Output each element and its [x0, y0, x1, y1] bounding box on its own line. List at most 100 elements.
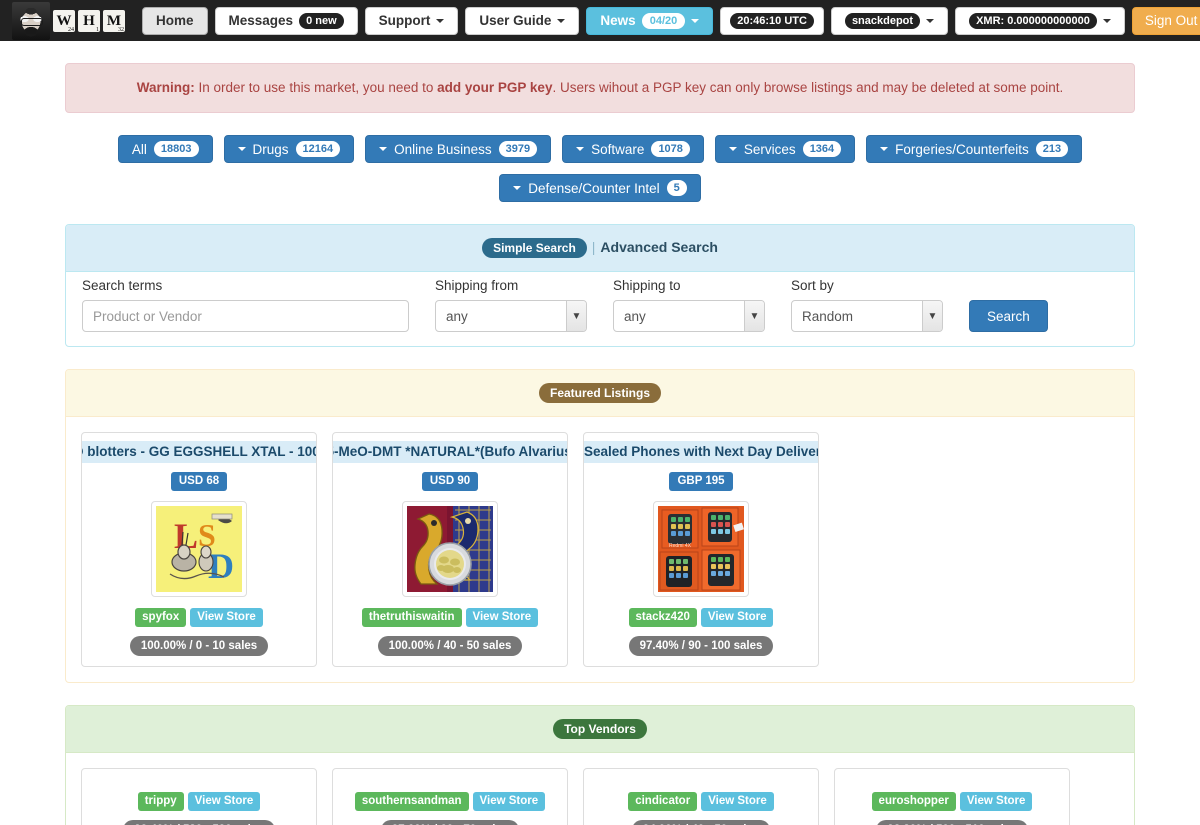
listing-card[interactable]: Brand New Sealed Phones with Next Day De…: [583, 432, 819, 668]
shipping-to-label: Shipping to: [613, 278, 681, 294]
sort-by-group: Sort by Random ▼: [791, 278, 943, 333]
vendor-name-tag[interactable]: spyfox: [135, 608, 187, 628]
pgp-warning-text-2: . Users wihout a PGP key can only browse…: [552, 80, 1064, 95]
sort-by-label: Sort by: [791, 278, 834, 294]
vendor-name-tag[interactable]: stackz420: [628, 608, 697, 628]
shipping-from-group: Shipping from any ▼: [435, 278, 587, 333]
nav-item-messages[interactable]: Messages 0 new: [214, 6, 358, 35]
shipping-to-select[interactable]: any: [613, 300, 765, 333]
top-vendors-title: Top Vendors: [553, 719, 647, 740]
vendor-card-line: euroshopper View Store: [871, 792, 1033, 812]
account-menu[interactable]: snackdepot: [830, 6, 949, 35]
listing-title[interactable]: TOAD VENOM 5-MeO-DMT *NATURAL*(Bufo Alva…: [333, 441, 567, 464]
listing-thumbnail-frame[interactable]: Redmi 4X: [653, 501, 749, 598]
category-buttons: All 18803 Drugs 12164 Online Business 39…: [65, 135, 1135, 164]
search-input[interactable]: [82, 300, 409, 333]
listing-vendor-line: thetruthiswaitin View Store: [361, 608, 539, 628]
category-count-defense: 5: [666, 180, 687, 197]
featured-listings-body: 5x 1P-LSD blotters - GG EGGSHELL XTAL - …: [66, 417, 1134, 682]
sort-by-wrap: Random ▼: [791, 300, 943, 333]
chevron-down-icon: [926, 18, 935, 23]
category-button-forgeries-counterfeits[interactable]: Forgeries/Counterfeits 213: [866, 135, 1083, 164]
search-button[interactable]: Search: [969, 300, 1048, 333]
nav-item-user-guide[interactable]: User Guide: [465, 6, 580, 35]
logo-tile-w-sub: 24: [68, 26, 74, 33]
listing-thumbnail-frame[interactable]: L S D: [151, 501, 247, 598]
listing-title[interactable]: 5x 1P-LSD blotters - GG EGGSHELL XTAL - …: [82, 441, 316, 464]
category-count-all: 18803: [153, 141, 199, 158]
nav-item-support[interactable]: Support: [364, 6, 459, 35]
category-label-software: Software: [591, 141, 645, 157]
category-count-services: 1364: [802, 141, 842, 158]
search-panel: Simple Search | Advanced Search Search ter…: [65, 224, 1135, 348]
vendor-card[interactable]: cindicator View Store 94.00% / 40 - 50 s…: [583, 768, 819, 825]
pgp-warning-link[interactable]: add your PGP key: [437, 80, 552, 95]
category-label-online-business: Online Business: [394, 141, 492, 157]
news-date-badge: 04/20: [641, 12, 686, 29]
shipping-to-wrap: any ▼: [613, 300, 765, 333]
nav-item-home[interactable]: Home: [142, 6, 208, 35]
vendor-name-tag[interactable]: cindicator: [628, 792, 698, 812]
vendor-name-tag[interactable]: thetruthiswaitin: [361, 608, 462, 628]
server-clock: 20:46:10 UTC: [720, 6, 824, 35]
category-button-services[interactable]: Services 1364: [714, 135, 856, 164]
listing-title[interactable]: Brand New Sealed Phones with Next Day De…: [584, 441, 818, 464]
wallet-balance-value: XMR: 0.000000000000: [969, 12, 1097, 29]
vendor-stats-badge: 93.80% / 500 - 510 sales: [876, 820, 1028, 825]
view-store-button[interactable]: View Store: [959, 792, 1033, 812]
view-store-button[interactable]: View Store: [701, 792, 774, 812]
view-store-button[interactable]: View Store: [465, 608, 539, 628]
sealed-phone-boxes-image: Redmi 4X: [658, 506, 744, 593]
svg-text:Redmi 4X: Redmi 4X: [669, 543, 692, 549]
vendor-name-tag[interactable]: trippy: [137, 792, 184, 812]
listing-thumbnail-frame[interactable]: [402, 501, 498, 598]
vendor-card[interactable]: euroshopper View Store 93.80% / 500 - 51…: [834, 768, 1070, 825]
category-label-all: All: [131, 141, 147, 157]
pgp-warning-strong: Warning:: [136, 80, 195, 95]
vendor-card-line: trippy View Store: [137, 792, 261, 812]
vendor-name-tag[interactable]: southernsandman: [354, 792, 469, 812]
vendor-stats-badge: 100.00% / 0 - 10 sales: [129, 636, 269, 657]
top-vendors-heading: Top Vendors: [66, 706, 1134, 754]
category-label-defense: Defense/Counter Intel: [528, 180, 660, 196]
vendor-stats-badge: 100.00% / 40 - 50 sales: [377, 636, 523, 657]
top-vendors-panel: Top Vendors trippy View Store 99.40% / 5…: [65, 705, 1135, 825]
category-button-software[interactable]: Software 1078: [562, 135, 704, 164]
chevron-down-icon: [379, 147, 388, 152]
sort-by-select[interactable]: Random: [791, 300, 943, 333]
nav-item-support-label: Support: [378, 13, 431, 28]
site-logo[interactable]: W 24 H1 M 32: [12, 1, 125, 40]
top-vendors-body: trippy View Store 99.40% / 580 - 590 sal…: [66, 753, 1134, 825]
vendor-card[interactable]: trippy View Store 99.40% / 580 - 590 sal…: [81, 768, 317, 825]
shipping-from-select[interactable]: any: [435, 300, 587, 333]
category-count-drugs: 12164: [295, 141, 341, 158]
logo-tile-h-letter: H: [83, 12, 95, 29]
category-button-all[interactable]: All 18803: [117, 135, 213, 164]
pgp-warning-text-1: In order to use this market, you need to: [194, 80, 438, 95]
lsd-blotter-art-image: L S D: [156, 506, 242, 593]
vendor-name-tag[interactable]: euroshopper: [871, 792, 956, 812]
vendor-card[interactable]: southernsandman View Store 97.60% / 60 -…: [332, 768, 568, 825]
nav-item-news[interactable]: News 04/20: [586, 6, 714, 35]
category-button-online-business[interactable]: Online Business 3979: [365, 135, 552, 164]
wallet-balance-menu[interactable]: XMR: 0.000000000000: [955, 6, 1125, 35]
category-button-drugs[interactable]: Drugs 12164: [223, 135, 355, 164]
listing-card[interactable]: TOAD VENOM 5-MeO-DMT *NATURAL*(Bufo Alva…: [332, 432, 568, 668]
view-store-button[interactable]: View Store: [472, 792, 546, 812]
view-store-button[interactable]: View Store: [187, 792, 261, 812]
view-store-button[interactable]: View Store: [700, 608, 774, 628]
chevron-down-icon: [436, 18, 445, 23]
toad-venom-jar-image: [407, 506, 493, 593]
listing-price-badge: GBP 195: [669, 472, 733, 492]
vendor-stats-badge: 97.40% / 90 - 100 sales: [628, 636, 774, 657]
pgp-warning-alert: Warning: In order to use this market, yo…: [65, 63, 1135, 114]
category-buttons-row-2: Defense/Counter Intel 5: [65, 174, 1135, 203]
view-store-button[interactable]: View Store: [190, 608, 263, 628]
vendor-card-line: southernsandman View Store: [354, 792, 546, 812]
tab-advanced-search[interactable]: Advanced Search: [600, 239, 718, 255]
category-button-defense-counter-intel[interactable]: Defense/Counter Intel 5: [499, 174, 701, 203]
logo-tile-h: H1: [78, 9, 100, 33]
sign-out-button[interactable]: Sign Out: [1131, 6, 1200, 35]
tab-simple-search[interactable]: Simple Search: [482, 238, 587, 259]
listing-card[interactable]: 5x 1P-LSD blotters - GG EGGSHELL XTAL - …: [81, 432, 317, 668]
